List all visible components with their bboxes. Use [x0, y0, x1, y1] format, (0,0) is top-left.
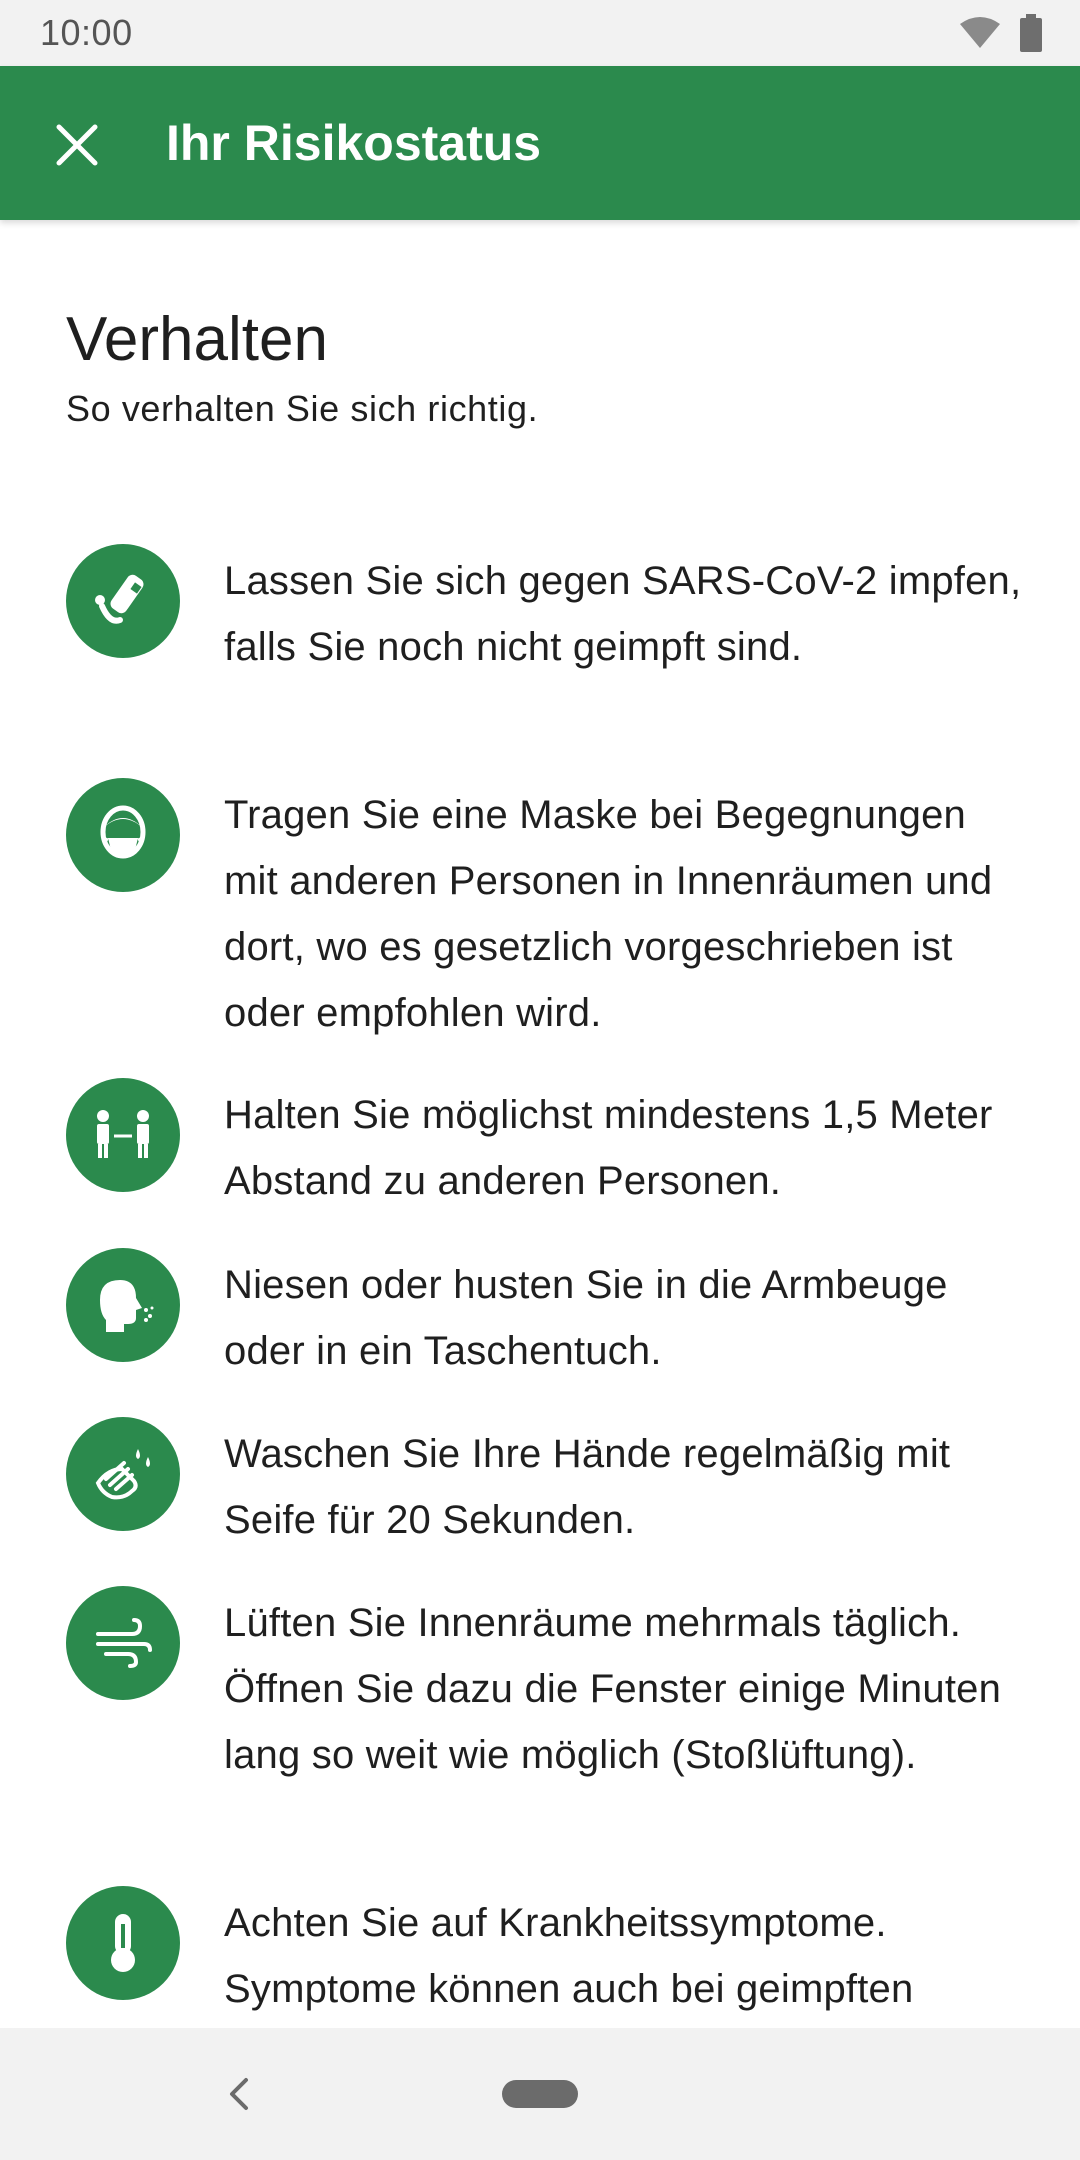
- home-pill-icon[interactable]: [502, 2080, 578, 2108]
- page-title: Ihr Risikostatus: [166, 115, 542, 171]
- mask-icon: [66, 778, 180, 892]
- status-icons: [958, 14, 1042, 52]
- tip-text: Lüften Sie Innenräume mehrmals täglich. …: [224, 1601, 1002, 1777]
- navigation-bar: [0, 2028, 1080, 2160]
- tip-text: Waschen Sie Ihre Hände regelmäßig mit Se…: [224, 1432, 951, 1542]
- section-title: Verhalten: [66, 305, 328, 374]
- tip-text: Lassen Sie sich gegen SARS-CoV-2 impfen,…: [224, 559, 1022, 669]
- vaccine-icon: [66, 544, 180, 658]
- ventilation-icon: [66, 1586, 180, 1700]
- distance-icon: [66, 1078, 180, 1192]
- close-icon: [56, 124, 98, 166]
- section-subtitle: So verhalten Sie sich richtig.: [66, 388, 539, 429]
- tip-text: Niesen oder husten Sie in die Armbeuge o…: [224, 1263, 948, 1373]
- app-bar: Ihr Risikostatus: [0, 66, 1080, 220]
- status-bar: 10:00: [0, 0, 1080, 66]
- tip-text: Halten Sie möglichst mindestens 1,5 Mete…: [224, 1093, 993, 1203]
- back-icon[interactable]: [220, 2074, 260, 2114]
- close-button[interactable]: [42, 110, 112, 180]
- status-time: 10:00: [40, 12, 133, 53]
- sneeze-icon: [66, 1248, 180, 1362]
- thermometer-icon: [66, 1886, 180, 2000]
- tip-text: Achten Sie auf Krankheitssymptome. Sympt…: [224, 1901, 914, 2011]
- tip-text: Tragen Sie eine Maske bei Begegnungen mi…: [224, 793, 993, 1035]
- wifi-icon: [960, 17, 1000, 48]
- battery-icon: [1020, 14, 1042, 52]
- content-scroll-area[interactable]: Verhalten So verhalten Sie sich richtig.…: [0, 220, 1080, 2028]
- handwash-icon: [66, 1417, 180, 1531]
